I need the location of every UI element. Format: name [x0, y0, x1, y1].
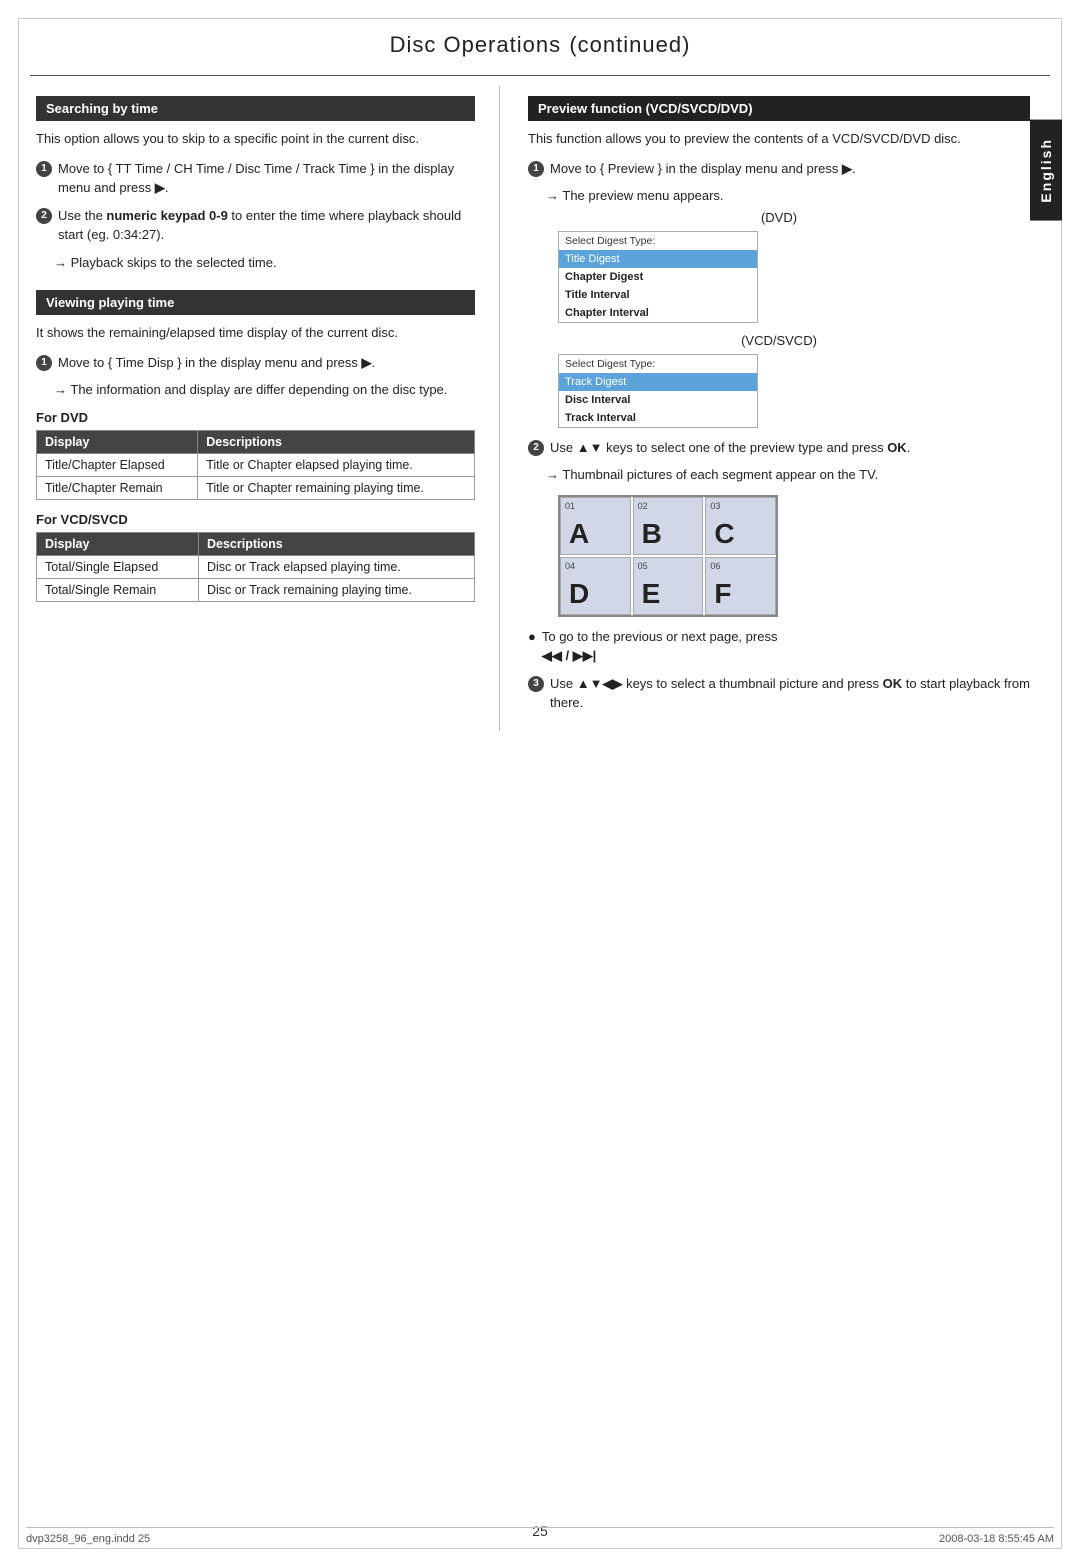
footer-left: dvp3258_96_eng.indd 25: [26, 1533, 150, 1545]
thumb-num: 06: [710, 561, 720, 571]
thumb-num: 03: [710, 501, 720, 511]
thumb-label: B: [642, 518, 662, 550]
footer-right: 2008-03-18 8:55:45 AM: [939, 1533, 1054, 1545]
thumbnail-cell: 04 D: [560, 557, 631, 615]
thumbnail-cell: 01 A: [560, 497, 631, 555]
side-tab-english: English: [1030, 120, 1062, 221]
thumb-label: D: [569, 578, 589, 610]
thumb-num: 02: [638, 501, 648, 511]
thumbnail-cell: 05 E: [633, 557, 704, 615]
thumbnail-cell: 06 F: [705, 557, 776, 615]
page-footer: dvp3258_96_eng.indd 25 2008-03-18 8:55:4…: [26, 1527, 1054, 1545]
thumbnail-cell: 02 B: [633, 497, 704, 555]
thumbnail-cell: 03 C: [705, 497, 776, 555]
thumb-label: E: [642, 578, 661, 610]
thumb-num: 04: [565, 561, 575, 571]
thumb-label: A: [569, 518, 589, 550]
thumb-label: C: [714, 518, 734, 550]
page-border: [18, 18, 1062, 1549]
thumb-label: F: [714, 578, 731, 610]
thumb-num: 01: [565, 501, 575, 511]
thumb-num: 05: [638, 561, 648, 571]
